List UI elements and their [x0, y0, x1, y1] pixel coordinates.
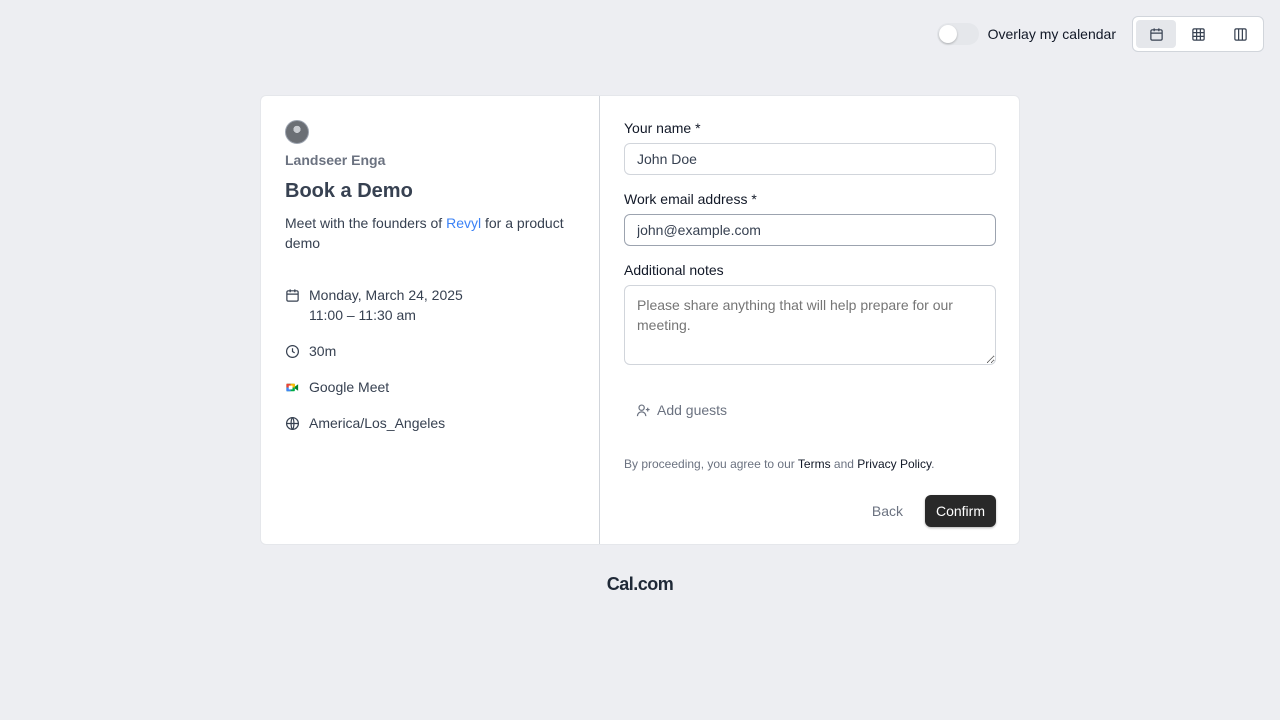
email-input[interactable] — [624, 214, 996, 246]
add-guests-button[interactable]: Add guests — [636, 402, 727, 418]
event-description: Meet with the founders of Revyl for a pr… — [285, 213, 575, 253]
overlay-calendar-label: Overlay my calendar — [987, 26, 1116, 42]
duration-value: 30m — [309, 343, 337, 359]
name-label: Your name * — [624, 120, 996, 136]
email-field-group: Work email address * — [624, 191, 996, 246]
notes-textarea[interactable] — [624, 285, 996, 365]
event-title: Book a Demo — [285, 180, 413, 202]
top-bar: Overlay my calendar — [936, 16, 1264, 52]
globe-icon — [285, 416, 300, 431]
notes-field-group: Additional notes — [624, 262, 996, 370]
required-mark: * — [751, 191, 757, 207]
name-input[interactable] — [624, 143, 996, 175]
terms-prefix: By proceeding, you agree to our — [624, 456, 798, 471]
confirm-button[interactable]: Confirm — [924, 494, 996, 527]
name-label-text: Your name — [624, 120, 692, 136]
form-actions: Back Confirm — [624, 494, 996, 527]
view-switcher — [1132, 16, 1264, 52]
description-text: Meet with the founders of — [285, 215, 447, 231]
terms-notice: By proceeding, you agree to our Terms an… — [624, 457, 996, 471]
terms-link[interactable]: Terms — [798, 457, 831, 471]
event-date-time: Monday, March 24, 2025 11:00 – 11:30 am — [285, 285, 575, 325]
back-button[interactable]: Back — [860, 495, 915, 527]
organizer-name: Landseer Enga — [285, 152, 386, 168]
privacy-policy-link[interactable]: Privacy Policy — [857, 457, 931, 471]
calendar-icon — [286, 289, 299, 302]
brand-logo[interactable]: Cal.com — [0, 574, 1280, 595]
email-label: Work email address * — [624, 191, 996, 207]
event-time: 11:00 – 11:30 am — [309, 307, 416, 323]
notes-label: Additional notes — [624, 262, 724, 278]
event-date: Monday, March 24, 2025 — [309, 287, 463, 303]
event-meta: Monday, March 24, 2025 11:00 – 11:30 am … — [285, 285, 575, 433]
calendar-icon — [1149, 27, 1163, 41]
revyl-link[interactable]: Revyl — [446, 215, 481, 231]
event-timezone: America/Los_Angeles — [285, 413, 575, 433]
month-view-button[interactable] — [1136, 20, 1176, 48]
name-field-group: Your name * — [624, 120, 996, 175]
week-view-button[interactable] — [1178, 20, 1218, 48]
avatar — [285, 120, 309, 144]
terms-and: and — [830, 456, 858, 471]
required-mark: * — [695, 120, 701, 136]
email-label-text: Work email address — [624, 191, 748, 207]
grid-icon — [1191, 27, 1205, 41]
booking-card: Landseer Enga Book a Demo Meet with the … — [260, 95, 1020, 545]
overlay-calendar-toggle[interactable]: Overlay my calendar — [936, 23, 1116, 45]
toggle-switch[interactable] — [936, 23, 979, 45]
toggle-knob — [938, 25, 957, 43]
timezone-value: America/Los_Angeles — [309, 415, 446, 431]
booking-form: Your name * Work email address * Additio… — [600, 96, 1019, 544]
event-duration: 30m — [285, 341, 575, 361]
event-location: Google Meet — [285, 377, 575, 397]
event-details-panel: Landseer Enga Book a Demo Meet with the … — [261, 96, 600, 544]
user-plus-icon — [636, 403, 650, 416]
add-guests-label: Add guests — [657, 402, 728, 418]
clock-icon — [285, 344, 300, 359]
terms-suffix: . — [931, 456, 935, 471]
google-meet-icon — [286, 383, 299, 392]
columns-icon — [1233, 27, 1247, 41]
location-value: Google Meet — [309, 379, 390, 395]
column-view-button[interactable] — [1220, 20, 1260, 48]
